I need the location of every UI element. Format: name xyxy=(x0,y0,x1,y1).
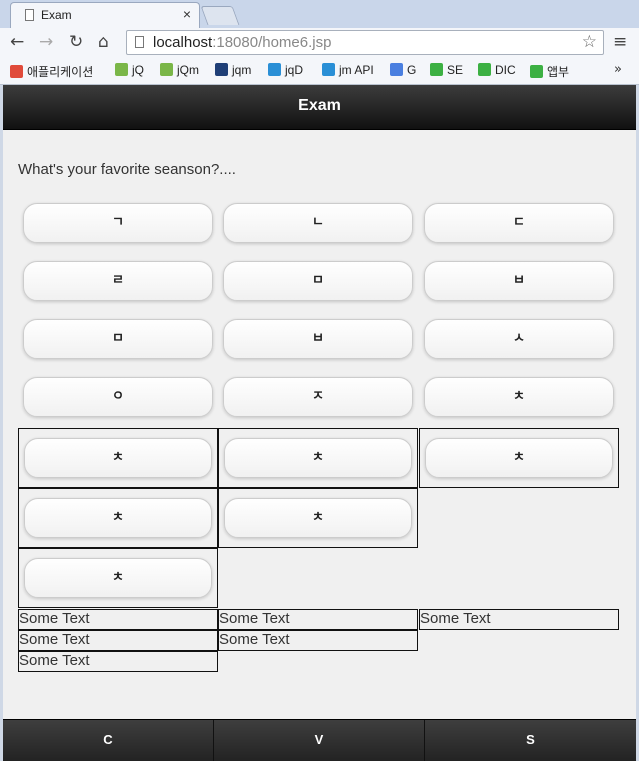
bookmark-label: 애플리케이션 xyxy=(27,65,94,79)
bookmark-item[interactable]: jm API xyxy=(322,63,374,77)
bookmark-icon xyxy=(10,65,23,78)
choice-button[interactable]: ㅊ xyxy=(24,498,212,538)
choice-button[interactable]: ㄷ xyxy=(424,203,614,243)
choice-button[interactable]: ㅊ xyxy=(224,438,412,478)
text-cell: Some Text xyxy=(18,651,218,672)
page: Exam What's your favorite seanson?.... ㄱ… xyxy=(3,85,636,761)
choice-button[interactable]: ㅂ xyxy=(424,261,614,301)
footer-button[interactable]: V xyxy=(214,720,425,761)
bookmark-label: 앱부 xyxy=(547,65,570,79)
bookmark-icon xyxy=(478,63,491,76)
bookmark-item[interactable]: SE xyxy=(430,63,463,77)
footer-navbar: CVS xyxy=(3,719,636,761)
bookmark-icon xyxy=(268,63,281,76)
text-cell: Some Text xyxy=(18,630,218,651)
url-text: localhost:18080/home6.jsp xyxy=(153,34,332,51)
tab-title: Exam xyxy=(41,8,72,22)
bookmark-label: jqm xyxy=(232,63,252,77)
bookmarks-bar: » 애플리케이션 jQ jQm jqm jqD jm API G SE DIC 앱부 xyxy=(0,58,639,85)
address-bar[interactable]: localhost:18080/home6.jsp ☆ xyxy=(126,30,604,55)
more-bookmarks-icon[interactable]: » xyxy=(614,62,622,77)
bordered-cell: ㅊ xyxy=(218,488,418,548)
choice-button[interactable]: ㅊ xyxy=(224,498,412,538)
bookmark-icon xyxy=(215,63,228,76)
text-cell: Some Text xyxy=(419,609,619,630)
document-icon xyxy=(25,9,34,21)
choice-button[interactable]: ㄴ xyxy=(223,203,413,243)
bookmark-item[interactable]: DIC xyxy=(478,63,516,77)
bookmark-label: jQm xyxy=(177,63,199,77)
choice-button[interactable]: ㅈ xyxy=(223,377,413,417)
new-tab-button[interactable] xyxy=(200,6,240,25)
page-title: Exam xyxy=(298,97,341,114)
choice-button[interactable]: ㅁ xyxy=(223,261,413,301)
bordered-cell: ㅊ xyxy=(18,428,218,488)
bookmark-item[interactable]: jqD xyxy=(268,63,303,77)
bookmark-icon xyxy=(115,63,128,76)
text-cell: Some Text xyxy=(218,609,418,630)
choice-button[interactable]: ㅊ xyxy=(24,438,212,478)
choice-button[interactable]: ㅁ xyxy=(23,319,213,359)
bookmark-item[interactable]: jqm xyxy=(215,63,251,77)
reload-icon[interactable]: ↻ xyxy=(69,32,83,52)
home-icon[interactable]: ⌂ xyxy=(98,32,109,52)
choice-button[interactable]: ㅇ xyxy=(23,377,213,417)
bordered-cell: ㅊ xyxy=(419,428,619,488)
bookmark-icon xyxy=(530,65,543,78)
bookmark-icon xyxy=(322,63,335,76)
bookmark-label: DIC xyxy=(495,63,516,77)
bookmark-item[interactable]: jQ xyxy=(115,63,144,77)
footer-button[interactable]: C xyxy=(3,720,214,761)
menu-icon[interactable]: ≡ xyxy=(613,32,627,52)
choice-button[interactable]: ㄹ xyxy=(23,261,213,301)
browser-tab[interactable]: Exam × xyxy=(10,2,200,28)
back-icon[interactable]: ← xyxy=(10,32,24,52)
browser-toolbar: ← → ↻ ⌂ localhost:18080/home6.jsp ☆ ≡ xyxy=(0,28,639,58)
bookmark-item[interactable]: 앱부 xyxy=(530,63,569,80)
bookmark-item[interactable]: 애플리케이션 xyxy=(10,63,93,80)
bordered-cell: ㅊ xyxy=(218,428,418,488)
bookmark-label: SE xyxy=(447,63,464,77)
bookmark-item[interactable]: jQm xyxy=(160,63,199,77)
choice-button[interactable]: ㅊ xyxy=(425,438,613,478)
bookmark-item[interactable]: G xyxy=(390,63,416,77)
text-cell: Some Text xyxy=(18,609,218,630)
close-tab-icon[interactable]: × xyxy=(183,6,191,22)
bookmark-star-icon[interactable]: ☆ xyxy=(582,32,597,52)
bookmark-label: jQ xyxy=(132,63,144,77)
footer-button[interactable]: S xyxy=(425,720,636,761)
bookmark-label: jqD xyxy=(285,63,304,77)
text-cell: Some Text xyxy=(218,630,418,651)
tab-bar: Exam × xyxy=(0,0,639,28)
bordered-cell: ㅊ xyxy=(18,548,218,608)
forward-icon[interactable]: → xyxy=(39,32,53,52)
bookmark-icon xyxy=(160,63,173,76)
page-header: Exam xyxy=(3,85,636,130)
bordered-cell: ㅊ xyxy=(18,488,218,548)
bookmark-label: jm API xyxy=(339,63,374,77)
bookmark-label: G xyxy=(407,63,417,77)
bookmark-icon xyxy=(430,63,443,76)
choice-button[interactable]: ㅊ xyxy=(424,377,614,417)
choice-button[interactable]: ㅅ xyxy=(424,319,614,359)
choice-button[interactable]: ㄱ xyxy=(23,203,213,243)
bookmark-icon xyxy=(390,63,403,76)
choice-button[interactable]: ㅊ xyxy=(24,558,212,598)
page-icon xyxy=(135,36,144,48)
question-text: What's your favorite seanson?.... xyxy=(18,161,236,178)
choice-button[interactable]: ㅂ xyxy=(223,319,413,359)
